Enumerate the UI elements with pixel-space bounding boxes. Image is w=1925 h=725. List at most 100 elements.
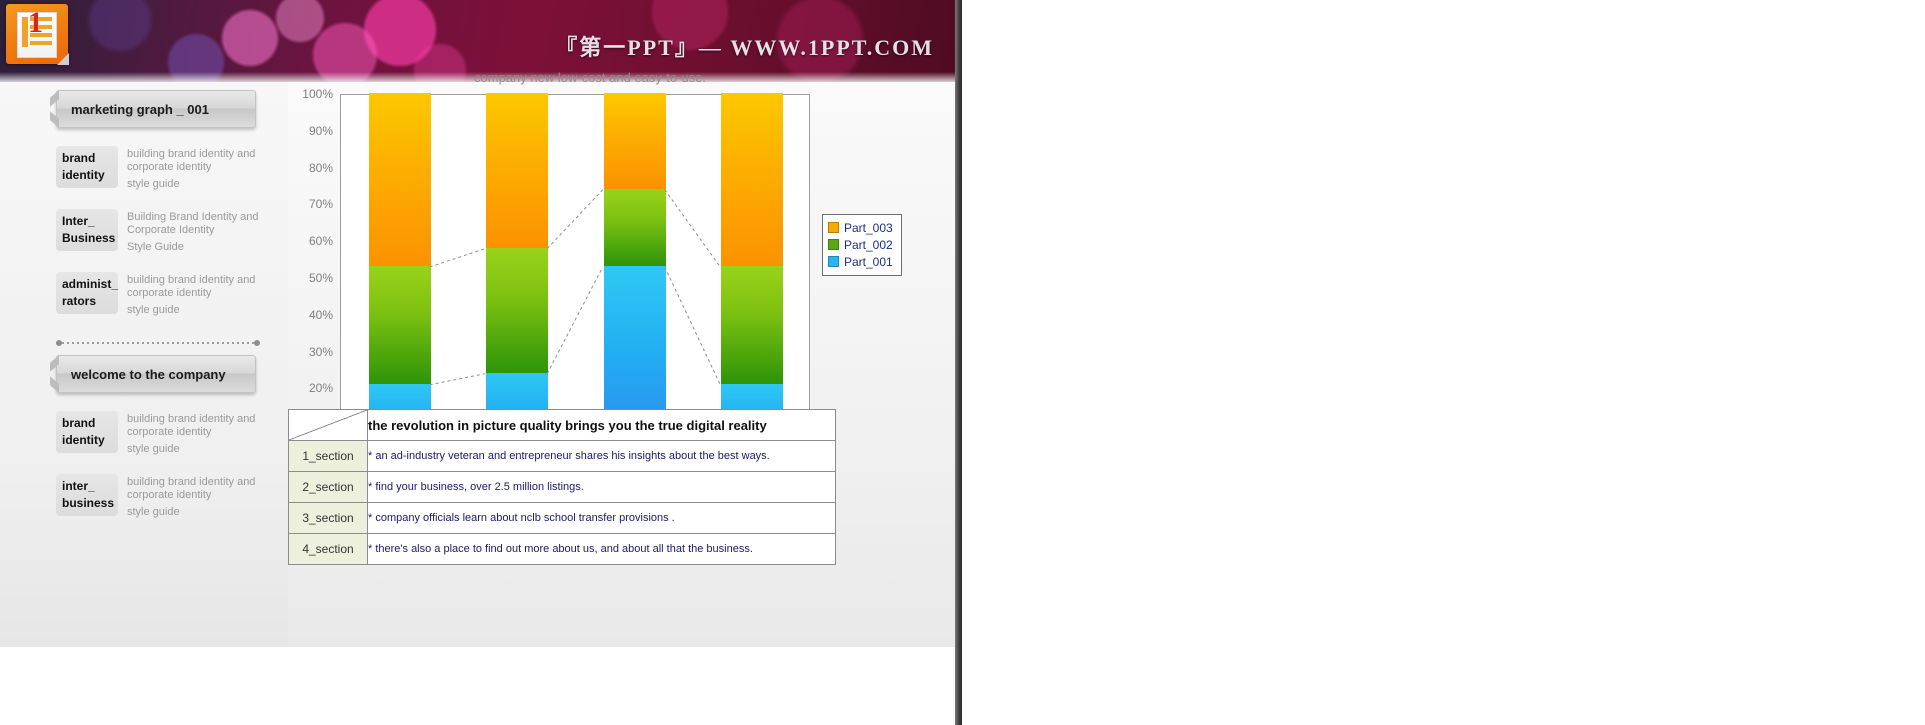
table-corner-cell	[288, 409, 368, 441]
table-row: 1_section * an ad-industry veteran and en…	[288, 440, 836, 472]
desc-line-1: building brand identity and	[127, 148, 256, 160]
ribbon-label: marketing graph _ 001	[71, 101, 209, 117]
bar-segment-part_002[interactable]	[368, 265, 431, 384]
bar-segment-part_003[interactable]	[486, 93, 549, 248]
section-table: the revolution in picture quality brings…	[288, 409, 836, 565]
y-axis-tick-label: 20%	[308, 381, 333, 396]
sidebar-divider	[56, 339, 260, 347]
table-row-label: 4_section	[288, 533, 368, 565]
plot-canvas	[340, 93, 810, 462]
bar-segment-part_002[interactable]	[486, 247, 549, 373]
legend-item[interactable]: Part_002	[828, 236, 896, 253]
y-axis-tick-label: 50%	[308, 271, 333, 285]
y-axis-tick-label: 40%	[308, 307, 333, 322]
y-axis-tick-label: 60%	[308, 234, 333, 249]
desc-line-1: building brand identity and	[127, 274, 256, 286]
table-header-title: the revolution in picture quality brings…	[367, 409, 836, 441]
table-header-row: the revolution in picture quality brings…	[288, 409, 836, 441]
sidebar: marketing graph _ 001 brand identity bui…	[0, 82, 288, 647]
desc-line-1: Building Brand Identity and	[127, 211, 259, 223]
table-row-label: 3_section	[288, 502, 368, 534]
section-table-wrap: the revolution in picture quality brings…	[288, 409, 848, 565]
sidebar-item-administrators[interactable]: administ_ rators building brand identity…	[56, 272, 272, 317]
legend-label: Part_003	[844, 220, 893, 235]
desc-line-2: corporate identity	[127, 426, 212, 438]
screenshot-root: 1 『第一PPT』— WWW.1PPT.COM marketing graph …	[0, 0, 1925, 725]
chart-bar[interactable]	[486, 93, 549, 461]
table-row: 2_section * find your business, over 2.5 …	[288, 471, 836, 503]
legend-label: Part_001	[844, 254, 893, 269]
desc-line-2: corporate identity	[127, 489, 212, 501]
chart-legend: Part_003 Part_002 Part_001	[822, 214, 902, 276]
legend-label: Part_002	[844, 237, 893, 252]
legend-swatch	[828, 239, 839, 250]
y-axis-tick-label: 30%	[308, 344, 333, 359]
chart-bar[interactable]	[721, 93, 784, 461]
logo-digit: 1	[28, 6, 43, 39]
sidebar-item-tag: Inter_ Business	[56, 209, 118, 251]
legend-item[interactable]: Part_003	[828, 219, 896, 236]
banner-title: 『第一PPT』— WWW.1PPT.COM	[555, 35, 934, 60]
logo-stripe	[30, 41, 52, 45]
table-row: 4_section * there's also a place to find …	[288, 533, 836, 565]
table-row-text: * an ad-industry veteran and entrepreneu…	[367, 440, 836, 472]
sidebar-item-inter-business[interactable]: Inter_ Business Building Brand Identity …	[56, 209, 272, 254]
footer: 第一PPT HTTP://WWW.1PPT.COM	[0, 647, 962, 725]
desc-line-3: style guide	[127, 178, 180, 190]
sidebar-item-tag: administ_ rators	[56, 272, 118, 314]
sidebar-item-desc: building brand identity and corporate id…	[127, 474, 255, 519]
sidebar-ribbon-marketing-graph[interactable]: marketing graph _ 001	[56, 90, 256, 128]
sidebar-item-tag: brand identity	[56, 146, 118, 188]
legend-swatch	[828, 222, 839, 233]
ppt-document-icon: 1	[6, 4, 69, 65]
sidebar-item-desc: building brand identity and corporate id…	[127, 411, 255, 456]
slide-right-edge	[955, 0, 962, 725]
divider-dot-right	[254, 340, 260, 346]
bar-segment-part_003[interactable]	[368, 93, 431, 266]
desc-line-3: style guide	[127, 506, 180, 518]
presentation-slide: 1 『第一PPT』— WWW.1PPT.COM marketing graph …	[0, 0, 962, 725]
chart-bar[interactable]	[603, 93, 666, 461]
desc-line-2: corporate identity	[127, 161, 212, 173]
sidebar-item-desc: Building Brand Identity and Corporate Id…	[127, 209, 258, 254]
table-row-label: 1_section	[288, 440, 368, 472]
desc-line-1: building brand identity and	[127, 413, 256, 425]
desc-line-3: Style Guide	[127, 241, 184, 253]
slide-body: marketing graph _ 001 brand identity bui…	[0, 70, 962, 647]
y-axis-tick-label: 90%	[308, 123, 333, 138]
sidebar-item-desc: building brand identity and corporate id…	[127, 146, 255, 191]
sidebar-ribbon-welcome[interactable]: welcome to the company	[56, 355, 256, 393]
table-row: 3_section * company officials learn about…	[288, 502, 836, 534]
legend-swatch	[828, 256, 839, 267]
sidebar-item-tag: inter_ business	[56, 474, 118, 516]
chart-bar[interactable]	[368, 93, 431, 461]
bar-segment-part_002[interactable]	[721, 265, 784, 384]
sidebar-item-desc: building brand identity and corporate id…	[127, 272, 255, 317]
y-axis-tick-label: 100%	[302, 87, 333, 101]
table-row-text: * there's also a place to find out more …	[367, 533, 836, 565]
desc-line-2: Corporate Identity	[127, 224, 215, 236]
bar-segment-part_003[interactable]	[603, 93, 666, 189]
sidebar-item-tag: brand identity	[56, 411, 118, 453]
table-body: the revolution in picture quality brings…	[288, 409, 836, 565]
table-row-label: 2_section	[288, 471, 368, 503]
divider-line	[62, 342, 254, 344]
logo-corner-fold	[57, 53, 69, 65]
sidebar-item-inter-business-2[interactable]: inter_ business building brand identity …	[56, 474, 272, 519]
bar-segment-part_003[interactable]	[721, 93, 784, 266]
y-axis-tick-label: 80%	[308, 160, 333, 175]
legend-item[interactable]: Part_001	[828, 253, 896, 270]
desc-line-2: corporate identity	[127, 287, 212, 299]
y-axis-tick-label: 70%	[308, 197, 333, 212]
table-row-text: * company officials learn about nclb sch…	[367, 502, 836, 534]
bar-segment-part_002[interactable]	[603, 188, 666, 266]
sidebar-item-brand-identity[interactable]: brand identity building brand identity a…	[56, 146, 272, 191]
ribbon-label: welcome to the company	[71, 366, 226, 382]
chart-title: company new low-cost and easy-to-use.	[474, 70, 706, 85]
desc-line-3: style guide	[127, 443, 180, 455]
desc-line-3: style guide	[127, 304, 180, 316]
desc-line-1: building brand identity and	[127, 476, 256, 488]
sidebar-item-brand-identity-2[interactable]: brand identity building brand identity a…	[56, 411, 272, 456]
table-row-text: * find your business, over 2.5 million l…	[367, 471, 836, 503]
y-axis: 100%90%80%70%60%50%40%30%20%10%0%	[283, 87, 333, 469]
